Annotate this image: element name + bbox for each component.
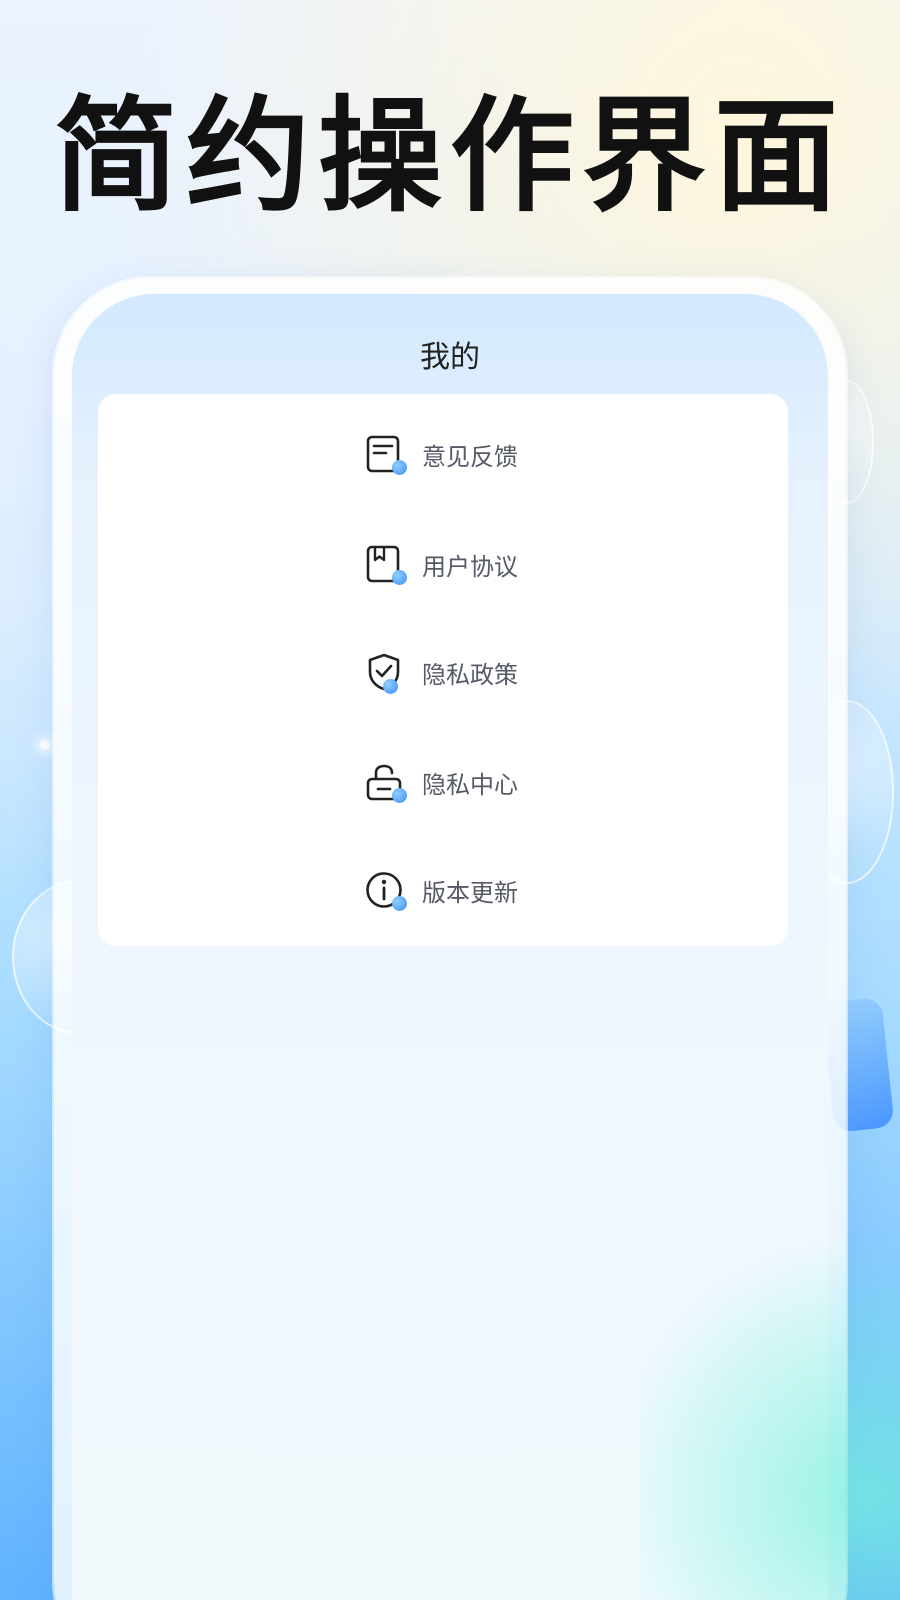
decorative-sparkle bbox=[40, 740, 50, 750]
menu-item-label: 隐私中心 bbox=[422, 770, 518, 799]
phone-screen: 我的 意见反馈 用户协议 隐私政策 隐私中心 版本更新 bbox=[72, 294, 828, 1600]
menu-card: 意见反馈 用户协议 隐私政策 隐私中心 版本更新 bbox=[98, 394, 788, 946]
phone-frame: 我的 意见反馈 用户协议 隐私政策 隐私中心 版本更新 bbox=[54, 278, 846, 1600]
menu-item-label: 用户协议 bbox=[422, 552, 518, 581]
page-title: 我的 bbox=[420, 340, 480, 375]
menu-item-label: 意见反馈 bbox=[422, 442, 518, 471]
menu-item-label: 隐私政策 bbox=[422, 660, 518, 689]
menu-item-version-update[interactable]: 版本更新 bbox=[98, 860, 788, 920]
menu-item-user-agreement[interactable]: 用户协议 bbox=[98, 534, 788, 594]
privacy-lock-icon bbox=[364, 762, 407, 803]
promo-page: 简约操作界面 我的 意见反馈 用户协议 隐私政策 隐私中心 版本更新 bbox=[0, 0, 900, 1600]
menu-item-privacy-center[interactable]: 隐私中心 bbox=[98, 752, 788, 812]
menu-item-label: 版本更新 bbox=[422, 878, 518, 907]
feedback-icon bbox=[364, 434, 407, 475]
info-icon bbox=[364, 870, 407, 911]
agreement-icon bbox=[364, 544, 407, 585]
promo-headline: 简约操作界面 bbox=[53, 85, 846, 229]
menu-item-privacy-policy[interactable]: 隐私政策 bbox=[98, 642, 788, 702]
menu-item-feedback[interactable]: 意见反馈 bbox=[98, 424, 788, 484]
privacy-shield-icon bbox=[364, 652, 404, 694]
